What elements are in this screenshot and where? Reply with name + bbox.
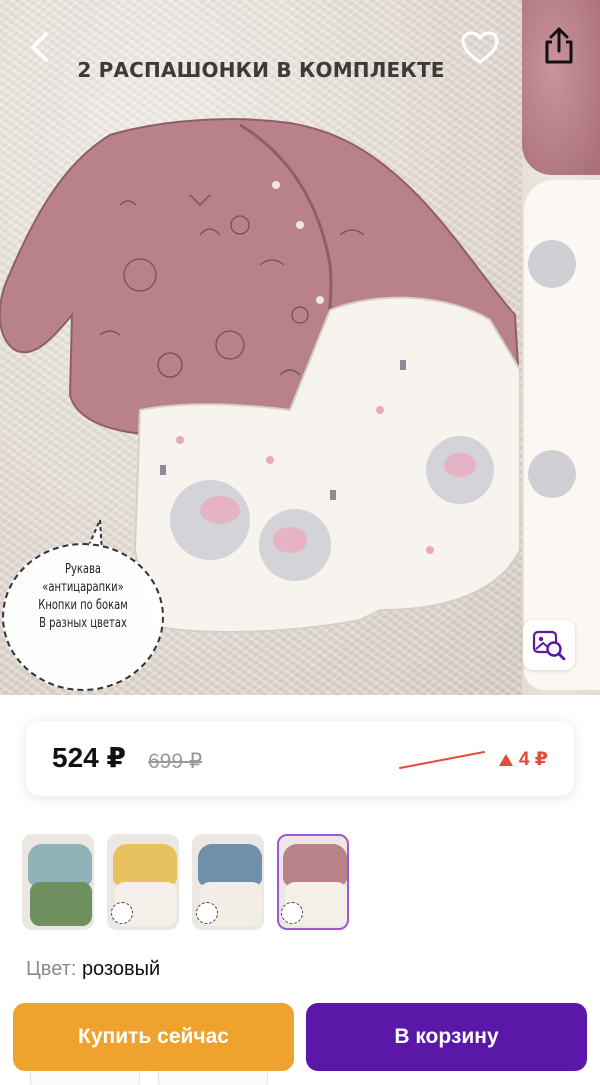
color-label: Цвет: bbox=[26, 958, 77, 980]
thumb-callout-bubble bbox=[281, 902, 303, 924]
variant-thumb-yellow[interactable] bbox=[107, 834, 179, 930]
photo-search-button[interactable] bbox=[523, 620, 575, 670]
peek-moon-print bbox=[528, 240, 576, 288]
variant-thumb-green[interactable] bbox=[22, 834, 94, 930]
color-variant-list bbox=[22, 834, 349, 930]
callout-line: Кнопки по бокам bbox=[38, 597, 128, 613]
thumb-garment-top bbox=[28, 844, 92, 886]
feature-callout-text: Рукава «антицарапки» Кнопки по бокам В р… bbox=[17, 560, 150, 632]
price-card[interactable]: 524 ₽ 699 ₽ 4 ₽ bbox=[26, 721, 574, 796]
thumb-callout-bubble bbox=[111, 902, 133, 924]
thumb-callout-bubble bbox=[196, 902, 218, 924]
color-value: розовый bbox=[81, 958, 161, 980]
gallery-next-photo-peek[interactable] bbox=[522, 0, 600, 695]
peek-moon-print bbox=[528, 450, 576, 498]
back-button[interactable] bbox=[20, 27, 60, 67]
add-to-cart-button[interactable]: В корзину bbox=[306, 1003, 587, 1071]
white-shirt-illustration bbox=[133, 296, 520, 633]
variant-thumb-blue[interactable] bbox=[192, 834, 264, 930]
price-trend-line bbox=[399, 751, 485, 769]
buy-now-button[interactable]: Купить сейчас bbox=[13, 1003, 294, 1071]
variant-thumb-pink[interactable] bbox=[277, 834, 349, 930]
favorite-button[interactable] bbox=[460, 28, 500, 68]
old-price: 699 ₽ bbox=[148, 750, 203, 773]
thumb-garment-top bbox=[113, 844, 177, 886]
arrow-up-icon bbox=[498, 753, 513, 766]
current-price: 524 ₽ bbox=[52, 742, 126, 773]
thumb-garment-top bbox=[198, 844, 262, 886]
callout-line: «антицарапки» bbox=[42, 579, 124, 595]
product-gallery[interactable]: 2 РАСПАШОНКИ В КОМПЛЕКТЕ Рукава «антицар… bbox=[0, 0, 600, 695]
selected-color: Цвет: розовый bbox=[26, 958, 160, 981]
chevron-left-icon bbox=[31, 32, 48, 62]
image-caption-title: 2 РАСПАШОНКИ В КОМПЛЕКТЕ bbox=[77, 58, 445, 82]
share-button[interactable] bbox=[539, 26, 579, 66]
thumb-garment-top bbox=[283, 844, 347, 886]
price-change: 4 ₽ bbox=[498, 748, 548, 771]
callout-line: В разных цветах bbox=[39, 615, 127, 631]
share-icon bbox=[545, 27, 573, 64]
heart-icon bbox=[461, 31, 499, 64]
callout-line: Рукава bbox=[64, 561, 101, 577]
thumb-garment-bottom bbox=[30, 882, 92, 926]
image-search-icon bbox=[532, 630, 566, 660]
price-change-value: 4 ₽ bbox=[518, 749, 548, 770]
gallery-main-photo[interactable]: 2 РАСПАШОНКИ В КОМПЛЕКТЕ Рукава «антицар… bbox=[0, 0, 522, 695]
